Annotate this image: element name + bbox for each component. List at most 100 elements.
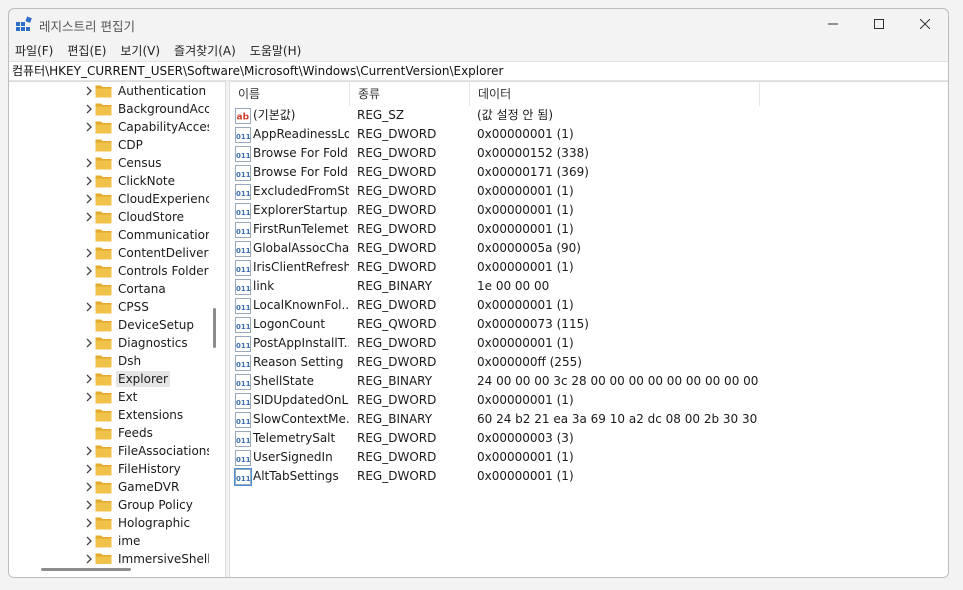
value-row[interactable]: 011AppReadinessLo... REG_DWORD 0x00000001 … <box>230 125 948 144</box>
tree-item[interactable]: DeviceSetup <box>9 316 209 334</box>
chevron-right-icon[interactable] <box>84 104 94 114</box>
tree-item[interactable]: CloudExperience <box>9 190 209 208</box>
value-row[interactable]: 011 Browse For Fold... REG_DWORD 0x00000152… <box>230 144 948 163</box>
menu-edit[interactable]: 편집(E) <box>67 42 106 59</box>
value-row[interactable]: 011 UserSignedIn REG_DWORD 0x00000001 (1) <box>230 448 948 467</box>
value-row[interactable]: 011 link REG_BINARY 1e 00 00 00 <box>230 277 948 296</box>
tree-item[interactable]: GameDVR <box>9 478 209 496</box>
tree-item[interactable]: Ext <box>9 388 209 406</box>
tree-item[interactable]: ImmersiveShell <box>9 550 209 564</box>
tree-item-label: Authentication <box>118 84 207 98</box>
svg-text:011: 011 <box>236 247 251 255</box>
value-row[interactable]: 011 ShellState REG_BINARY 24 00 00 00 3c 28… <box>230 372 948 391</box>
chevron-right-icon[interactable] <box>84 554 94 564</box>
maximize-button[interactable] <box>856 9 902 39</box>
tree-item[interactable]: Communications <box>9 226 209 244</box>
tree-item[interactable]: FileAssociations <box>9 442 209 460</box>
column-header-data[interactable]: 데이터 <box>470 82 760 106</box>
folder-icon <box>95 157 112 170</box>
chevron-right-icon[interactable] <box>84 176 94 186</box>
tree-item[interactable]: Dsh <box>9 352 209 370</box>
tree-item[interactable]: FileHistory <box>9 460 209 478</box>
tree-item[interactable]: CloudStore <box>9 208 209 226</box>
menu-favorites[interactable]: 즐겨찾기(A) <box>174 42 236 59</box>
chevron-right-icon[interactable] <box>84 158 94 168</box>
value-row[interactable]: 011 SIDUpdatedOnL... REG_DWORD 0x00000001 (… <box>230 391 948 410</box>
folder-icon <box>95 409 112 422</box>
tree-item[interactable]: Group Policy <box>9 496 209 514</box>
tree-item[interactable]: Controls Folder <box>9 262 209 280</box>
value-row[interactable]: 011 LocalKnownFol... REG_DWORD 0x00000001 (… <box>230 296 948 315</box>
tree-item[interactable]: CDP <box>9 136 209 154</box>
chevron-right-icon[interactable] <box>84 464 94 474</box>
chevron-right-icon[interactable] <box>84 248 94 258</box>
value-row[interactable]: 011 SlowContextMe... REG_BINARY 60 24 b2 21… <box>230 410 948 429</box>
value-type: REG_DWORD <box>357 469 437 483</box>
value-row[interactable]: 011 AltTabSettings REG_DWORD 0x00000001 (1) <box>230 467 948 486</box>
tree-item[interactable]: ContentDeliveryI <box>9 244 209 262</box>
tree-item[interactable]: CPSS <box>9 298 209 316</box>
key-tree-pane[interactable]: Authentication BackgroundAcce CapabilityAc… <box>9 81 226 577</box>
folder-icon <box>95 139 112 152</box>
value-row[interactable]: 011 TelemetrySalt REG_DWORD 0x00000003 (3) <box>230 429 948 448</box>
tree-item[interactable]: Holographic <box>9 514 209 532</box>
value-row[interactable]: 011 Browse For Fold... REG_DWORD 0x00000171… <box>230 163 948 182</box>
chevron-right-icon[interactable] <box>84 86 94 96</box>
tree-item-label: ContentDeliveryI <box>118 246 209 260</box>
chevron-right-icon[interactable] <box>84 446 94 456</box>
tree-item[interactable]: CapabilityAccess <box>9 118 209 136</box>
chevron-right-icon[interactable] <box>84 302 94 312</box>
column-header-type[interactable]: 종류 <box>350 82 470 106</box>
chevron-right-icon[interactable] <box>84 392 94 402</box>
chevron-right-icon[interactable] <box>84 266 94 276</box>
tree-item[interactable]: Extensions <box>9 406 209 424</box>
chevron-right-icon[interactable] <box>84 194 94 204</box>
value-row[interactable]: 011GlobalAssocCha... REG_DWORD 0x0000005a … <box>230 239 948 258</box>
value-row[interactable]: 011 LogonCount REG_QWORD 0x00000073 (115) <box>230 315 948 334</box>
folder-icon <box>95 535 112 548</box>
tree-item[interactable]: Explorer <box>9 370 209 388</box>
value-row[interactable]: ab (기본값) REG_SZ (값 설정 안 됨) <box>230 106 948 125</box>
chevron-right-icon[interactable] <box>84 500 94 510</box>
tree-item[interactable]: Diagnostics <box>9 334 209 352</box>
tree-item[interactable]: Census <box>9 154 209 172</box>
title-bar[interactable]: 레지스트리 편집기 <box>9 9 948 39</box>
tree-item-label: Diagnostics <box>118 336 188 350</box>
chevron-right-icon[interactable] <box>84 536 94 546</box>
address-bar[interactable]: 컴퓨터\HKEY_CURRENT_USER\Software\Microsoft… <box>9 61 948 81</box>
chevron-right-icon[interactable] <box>84 374 94 384</box>
value-data: 0x00000001 (1) <box>477 184 574 198</box>
value-row[interactable]: 011 IrisClientRefresh REG_DWORD 0x00000001 … <box>230 258 948 277</box>
svg-text:011: 011 <box>236 361 251 369</box>
menu-view[interactable]: 보기(V) <box>120 42 160 59</box>
column-header-name[interactable]: 이름 <box>230 82 350 106</box>
tree-horizontal-scrollbar[interactable] <box>41 568 131 571</box>
menu-help[interactable]: 도움말(H) <box>250 42 302 59</box>
chevron-right-icon[interactable] <box>84 122 94 132</box>
chevron-right-icon[interactable] <box>84 212 94 222</box>
chevron-right-icon[interactable] <box>84 338 94 348</box>
value-row[interactable]: 011 PostAppInstallT... REG_DWORD 0x00000001… <box>230 334 948 353</box>
close-button[interactable] <box>902 9 948 39</box>
tree-item[interactable]: BackgroundAcce <box>9 100 209 118</box>
value-row[interactable]: 011 Reason Setting REG_DWORD 0x000000ff (25… <box>230 353 948 372</box>
tree-item[interactable]: ime <box>9 532 209 550</box>
tree-item[interactable]: Authentication <box>9 82 209 100</box>
value-type: REG_DWORD <box>357 146 437 160</box>
tree-item[interactable]: ClickNote <box>9 172 209 190</box>
tree-item[interactable]: Cortana <box>9 280 209 298</box>
value-row[interactable]: 011ExcludedFromSt... REG_DWORD 0x00000001 … <box>230 182 948 201</box>
value-row[interactable]: 011FirstRunTelemet... REG_DWORD 0x00000001… <box>230 220 948 239</box>
folder-icon <box>95 193 112 206</box>
value-type: REG_DWORD <box>357 165 437 179</box>
value-name: ExcludedFromSt... <box>253 184 349 198</box>
chevron-right-icon[interactable] <box>84 518 94 528</box>
chevron-right-icon[interactable] <box>84 482 94 492</box>
values-list-pane[interactable]: 이름 종류 데이터 ab (기본값) REG_SZ (값 설정 안 됨) 011 AppR… <box>229 81 948 577</box>
value-row[interactable]: 011 ExplorerStartup... REG_DWORD 0x00000001… <box>230 201 948 220</box>
tree-vertical-scrollbar[interactable] <box>213 308 216 348</box>
value-type: REG_DWORD <box>357 450 437 464</box>
minimize-button[interactable] <box>810 9 856 39</box>
menu-file[interactable]: 파일(F) <box>15 42 53 59</box>
tree-item[interactable]: Feeds <box>9 424 209 442</box>
